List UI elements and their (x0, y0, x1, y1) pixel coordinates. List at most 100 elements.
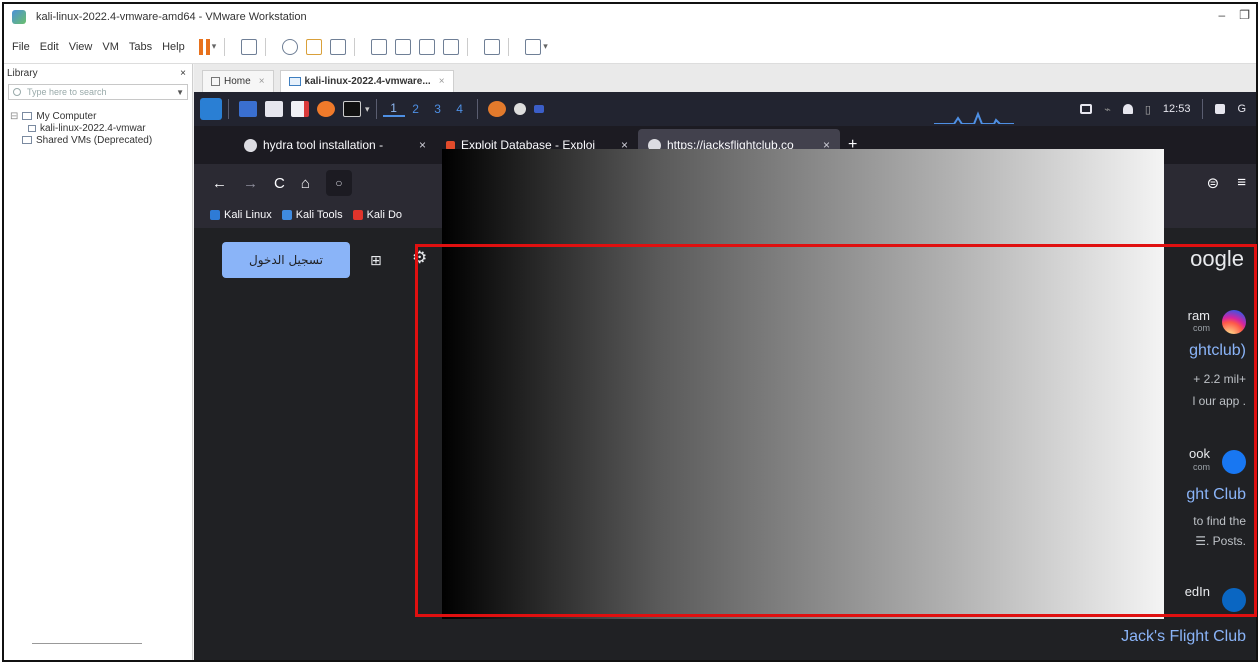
lock-icon[interactable] (1215, 104, 1226, 114)
menu-tabs[interactable]: Tabs (129, 41, 152, 53)
network-icon[interactable]: ⌁ (1104, 103, 1111, 116)
pocket-icon[interactable]: ⊜ (1207, 174, 1220, 192)
library-tree: ⊟ My Computer kali-linux-2022.4-vmwar Sh… (4, 110, 192, 146)
tree-item-kali-vm[interactable]: kali-linux-2022.4-vmwar (4, 122, 192, 134)
kali-menu-icon[interactable] (200, 98, 222, 120)
library-panel: Library × Type here to search ▼ ⊟ My Com… (4, 64, 193, 660)
maximize-button[interactable]: ❐ (1239, 8, 1250, 22)
cpu-graph-icon (934, 111, 1014, 124)
firefox-icon[interactable] (317, 101, 335, 117)
search-icon (13, 88, 21, 96)
show-desktop-icon[interactable] (239, 101, 257, 117)
terminal-icon[interactable] (343, 101, 361, 117)
search-dropdown-icon[interactable]: ▼ (176, 88, 184, 97)
tab-kali-vm[interactable]: kali-linux-2022.4-vmware... × (279, 70, 454, 92)
vm-icon (28, 124, 36, 132)
sign-in-button[interactable]: تسجيل الدخول (222, 242, 350, 278)
panel-divider (375, 99, 377, 119)
show-library-icon[interactable] (371, 38, 388, 55)
forward-icon[interactable]: → (243, 175, 258, 192)
bookmark-kali-docs[interactable]: Kali Do (352, 209, 403, 221)
app-icon[interactable] (513, 103, 526, 115)
toolbar-divider (467, 37, 469, 56)
tab-home[interactable]: Home × (202, 70, 274, 92)
window-title: kali-linux-2022.4-vmware-amd64 - VMware … (36, 11, 307, 23)
burp-icon[interactable] (487, 101, 506, 117)
menu-file[interactable]: File (12, 41, 30, 53)
vm-icon (288, 77, 301, 86)
menu-edit[interactable]: Edit (40, 41, 59, 53)
tree-label: Shared VMs (Deprecated) (36, 134, 153, 146)
url-bar[interactable]: ○ (325, 170, 352, 196)
unity-icon[interactable] (443, 38, 460, 55)
title-bar: kali-linux-2022.4-vmware-amd64 - VMware … (4, 4, 1256, 30)
stretch-guest-icon[interactable] (525, 38, 542, 55)
stretch-dropdown-icon[interactable]: ▾ (543, 41, 548, 52)
library-search-placeholder: Type here to search (27, 87, 107, 97)
send-keys-icon[interactable] (241, 38, 258, 55)
tab-close-button[interactable]: × (439, 76, 445, 87)
bookmark-label: Kali Linux (224, 209, 272, 221)
thumbnail-bar-icon[interactable] (395, 38, 412, 55)
menu-view[interactable]: View (69, 41, 93, 53)
browser-tab-hydra[interactable]: hydra tool installation - × (234, 129, 436, 161)
workspace-1[interactable]: 1 (382, 101, 405, 117)
vmware-logo-icon (12, 10, 26, 24)
power-dropdown-icon[interactable]: ▾ (212, 41, 217, 52)
workspace-4[interactable]: 4 (449, 102, 471, 116)
home-icon[interactable]: ⌂ (301, 175, 310, 192)
back-icon[interactable]: ← (212, 175, 227, 192)
text-editor-icon[interactable] (291, 101, 309, 117)
workspace-2[interactable]: 2 (405, 102, 427, 116)
menu-vm[interactable]: VM (102, 41, 119, 53)
bookmark-label: Kali Tools (295, 209, 343, 221)
terminal-dropdown-icon[interactable]: ▾ (365, 104, 370, 115)
library-divider (32, 643, 142, 644)
suspend-vm-icon[interactable] (198, 38, 210, 55)
bookmark-kali-linux[interactable]: Kali Linux (210, 209, 272, 221)
revert-snapshot-icon[interactable] (306, 38, 323, 55)
tree-label: kali-linux-2022.4-vmwar (40, 122, 146, 134)
toolbar-divider (354, 37, 356, 56)
library-search-input[interactable]: Type here to search ▼ (8, 84, 188, 100)
window-icon[interactable] (533, 105, 544, 113)
power-icon[interactable]: G (1237, 103, 1246, 115)
kali-icon (210, 210, 220, 220)
shared-vms-icon (22, 136, 32, 144)
clock: 12:53 (1162, 103, 1191, 115)
toolbar-divider (508, 37, 510, 56)
display-icon[interactable] (1080, 104, 1093, 114)
browser-tab-title: hydra tool installation - (263, 138, 384, 152)
library-title: Library (7, 67, 38, 79)
vm-tab-strip: Home × kali-linux-2022.4-vmware... × (194, 64, 1256, 92)
home-icon (211, 77, 220, 86)
window-controls: – ❐ (1219, 8, 1250, 22)
highlight-box (415, 244, 1257, 617)
bookmark-label: Kali Do (366, 209, 403, 221)
full-screen-icon[interactable] (419, 38, 436, 55)
file-manager-icon[interactable] (265, 101, 283, 117)
browser-tab-close[interactable]: × (419, 138, 426, 152)
apps-icon[interactable]: ⊞ (370, 252, 382, 269)
reload-icon[interactable]: C (274, 175, 285, 192)
bookmark-kali-tools[interactable]: Kali Tools (281, 209, 343, 221)
workspace-3[interactable]: 3 (427, 102, 449, 116)
result-title[interactable]: Jack's Flight Club (1121, 628, 1246, 646)
snapshot-icon[interactable] (282, 38, 299, 55)
menu-help[interactable]: Help (162, 41, 185, 53)
console-view-icon[interactable] (484, 38, 501, 55)
panel-divider (476, 99, 478, 119)
kali-panel-tray: ⌁ ▯ 12:53 G (1080, 92, 1246, 126)
nav-right-icons: ⊜ ≡ (1207, 174, 1246, 192)
library-close-button[interactable]: × (180, 68, 186, 79)
toolbar-divider (265, 37, 267, 56)
battery-icon[interactable]: ▯ (1145, 103, 1151, 116)
toolbar-divider (224, 37, 226, 56)
tree-item-my-computer[interactable]: ⊟ My Computer (4, 110, 192, 122)
minimize-button[interactable]: – (1219, 8, 1226, 22)
menu-icon[interactable]: ≡ (1237, 174, 1246, 192)
snapshot-manager-icon[interactable] (330, 38, 347, 55)
notifications-icon[interactable] (1122, 104, 1133, 114)
tree-item-shared-vms[interactable]: Shared VMs (Deprecated) (4, 134, 192, 146)
tab-close-button[interactable]: × (259, 76, 265, 87)
